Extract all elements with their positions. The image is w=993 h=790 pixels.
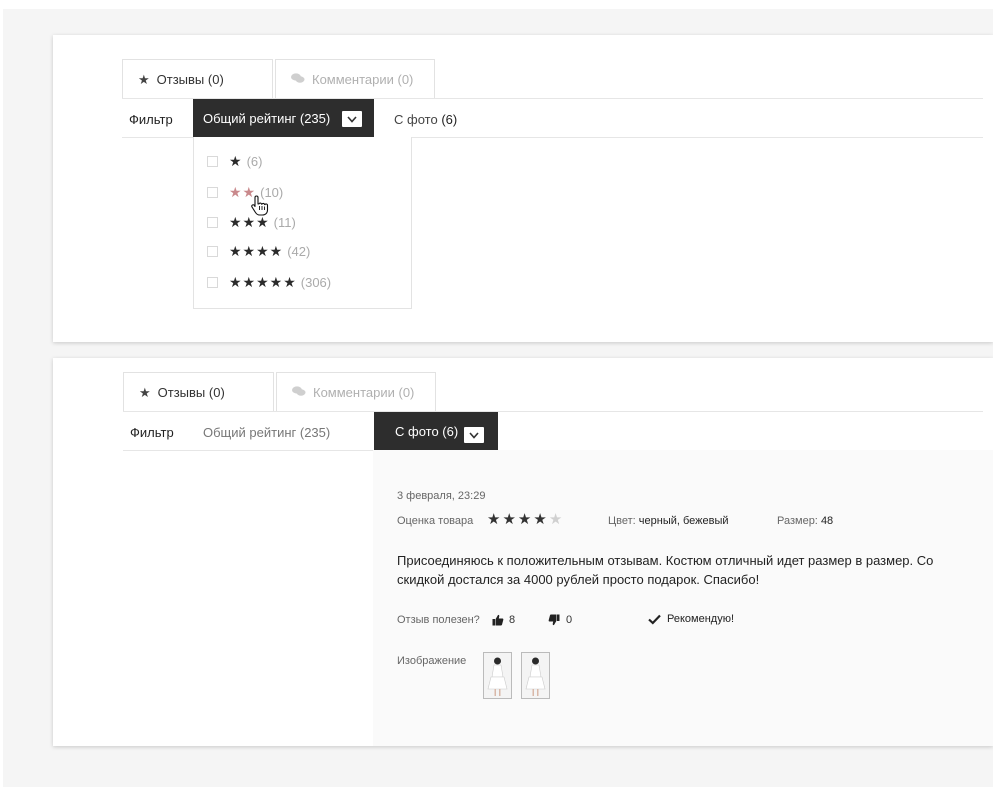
review-date: 3 февраля, 23:29 bbox=[397, 490, 486, 502]
rating-1-count: (6) bbox=[246, 154, 263, 169]
photo-filter-count: (6) bbox=[441, 112, 458, 127]
filter-label: Фильтр bbox=[130, 425, 174, 440]
rating-filter-link[interactable]: Общий рейтинг (235) bbox=[203, 425, 330, 440]
filter-label: Фильтр bbox=[129, 112, 173, 127]
review-rating-stars: ★★★★★ bbox=[487, 512, 564, 527]
rating-option-4[interactable]: ★★★★ (42) bbox=[194, 242, 411, 260]
review-image-thumbnail[interactable] bbox=[521, 652, 550, 699]
star-icon: ★ bbox=[139, 384, 151, 400]
tab-comments[interactable]: Комментарии (0) bbox=[276, 372, 436, 411]
chevron-down-icon bbox=[342, 111, 362, 127]
photo-filter-label: С фото (6) bbox=[395, 424, 459, 439]
rating-1-stars: ★ (6) bbox=[229, 153, 263, 169]
star-icon: ★ bbox=[138, 71, 150, 87]
like-button[interactable]: 8 bbox=[492, 614, 515, 626]
rating-filter-label: Общий рейтинг (235) bbox=[203, 111, 331, 126]
size-value: 48 bbox=[820, 515, 834, 527]
tab-reviews-label: Отзывы (0) bbox=[156, 71, 224, 87]
likes-count: 8 bbox=[509, 614, 516, 626]
rating-5-stars: ★★★★★ (306) bbox=[229, 274, 332, 290]
tab-comments[interactable]: Комментарии (0) bbox=[275, 59, 435, 98]
rating-2-checkbox[interactable] bbox=[207, 186, 218, 198]
thumbs-down-icon bbox=[548, 614, 560, 626]
comments-icon bbox=[291, 72, 305, 86]
recommend-label: Рекомендую! bbox=[667, 613, 735, 625]
rating-4-stars: ★★★★ (42) bbox=[229, 243, 311, 259]
tab-reviews[interactable]: ★ Отзывы (0) bbox=[122, 59, 273, 98]
rating-option-2[interactable]: ★★ (10) bbox=[194, 183, 411, 201]
rating-dropdown: ★ (6) ★★ (10) ★★★ (11) ★★★★ (42) ★★★★★ (306) bbox=[193, 137, 412, 309]
rating-5-checkbox[interactable] bbox=[207, 276, 218, 288]
size-label: Размер: bbox=[777, 515, 818, 527]
checkmark-icon bbox=[648, 614, 661, 625]
star-empty-icon: ★ bbox=[548, 511, 565, 528]
rating-3-count: (11) bbox=[273, 215, 296, 230]
photo-filter-button[interactable]: С фото (6) bbox=[374, 412, 498, 451]
comments-icon bbox=[292, 385, 306, 399]
color-label: Цвет: bbox=[608, 515, 636, 527]
review-image-thumbnail[interactable] bbox=[483, 652, 512, 699]
images-label: Изображение bbox=[397, 655, 467, 667]
star-filled-icon: ★ bbox=[487, 511, 503, 528]
star-filled-icon: ★ bbox=[533, 511, 549, 528]
rating-3-stars: ★★★ (11) bbox=[229, 214, 296, 230]
dislikes-count: 0 bbox=[566, 614, 573, 626]
chevron-down-icon bbox=[464, 427, 484, 443]
photo-filter-label: С фото bbox=[394, 112, 438, 127]
tabs-divider bbox=[123, 411, 983, 412]
tab-comments-label: Комментарии (0) bbox=[312, 71, 414, 87]
rating-option-5[interactable]: ★★★★★ (306) bbox=[194, 273, 411, 291]
rating-option-1[interactable]: ★ (6) bbox=[194, 152, 411, 170]
rating-filter-button[interactable]: Общий рейтинг (235) bbox=[193, 99, 374, 138]
recommend-badge: Рекомендую! bbox=[648, 613, 734, 625]
star-filled-icon: ★ bbox=[517, 511, 534, 528]
color-value: черный, бежевый bbox=[638, 515, 729, 527]
tab-reviews[interactable]: ★ Отзывы (0) bbox=[123, 372, 274, 411]
tab-comments-label: Комментарии (0) bbox=[313, 384, 415, 400]
rating-option-3[interactable]: ★★★ (11) bbox=[194, 213, 411, 231]
review-text: Присоединяюсь к положительным отзывам. К… bbox=[397, 553, 934, 587]
size-info: Размер: 48 bbox=[777, 515, 833, 527]
rating-4-checkbox[interactable] bbox=[207, 245, 218, 257]
rating-3-checkbox[interactable] bbox=[207, 216, 218, 228]
rating-label: Оценка товара bbox=[397, 515, 474, 527]
thumbs-up-icon bbox=[492, 614, 504, 626]
dislike-button[interactable]: 0 bbox=[548, 614, 572, 626]
hand-cursor-icon bbox=[251, 195, 269, 216]
rating-5-count: (306) bbox=[300, 275, 332, 290]
rating-1-checkbox[interactable] bbox=[207, 155, 218, 167]
helpful-label: Отзыв полезен? bbox=[397, 614, 480, 626]
rating-4-count: (42) bbox=[287, 244, 311, 259]
photo-filter-link[interactable]: С фото (6) bbox=[394, 112, 457, 127]
star-filled-icon: ★ bbox=[502, 511, 518, 528]
color-info: Цвет: черный, бежевый bbox=[608, 515, 729, 527]
tab-reviews-label: Отзывы (0) bbox=[157, 384, 225, 400]
